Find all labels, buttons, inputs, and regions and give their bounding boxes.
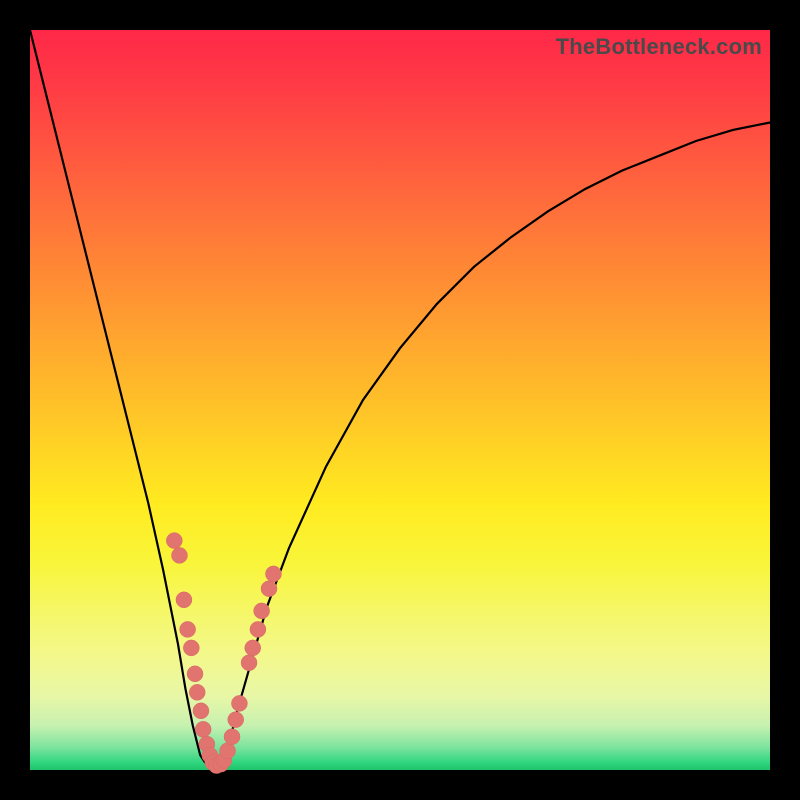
plot-area: TheBottleneck.com <box>30 30 770 770</box>
data-markers <box>166 533 281 774</box>
data-marker <box>176 592 192 608</box>
data-marker <box>265 566 281 582</box>
data-marker <box>220 743 236 759</box>
data-marker <box>183 640 199 656</box>
data-marker <box>171 547 187 563</box>
data-marker <box>231 695 247 711</box>
bottleneck-curve-path <box>30 30 770 770</box>
data-marker <box>254 603 270 619</box>
data-marker <box>261 581 277 597</box>
data-marker <box>180 621 196 637</box>
data-marker <box>187 666 203 682</box>
chart-frame: TheBottleneck.com <box>0 0 800 800</box>
data-marker <box>250 621 266 637</box>
data-marker <box>228 712 244 728</box>
data-marker <box>245 640 261 656</box>
data-marker <box>241 655 257 671</box>
data-marker <box>166 533 182 549</box>
data-marker <box>189 684 205 700</box>
data-marker <box>195 721 211 737</box>
data-marker <box>193 703 209 719</box>
data-marker <box>224 729 240 745</box>
bottleneck-curve-svg <box>30 30 770 770</box>
